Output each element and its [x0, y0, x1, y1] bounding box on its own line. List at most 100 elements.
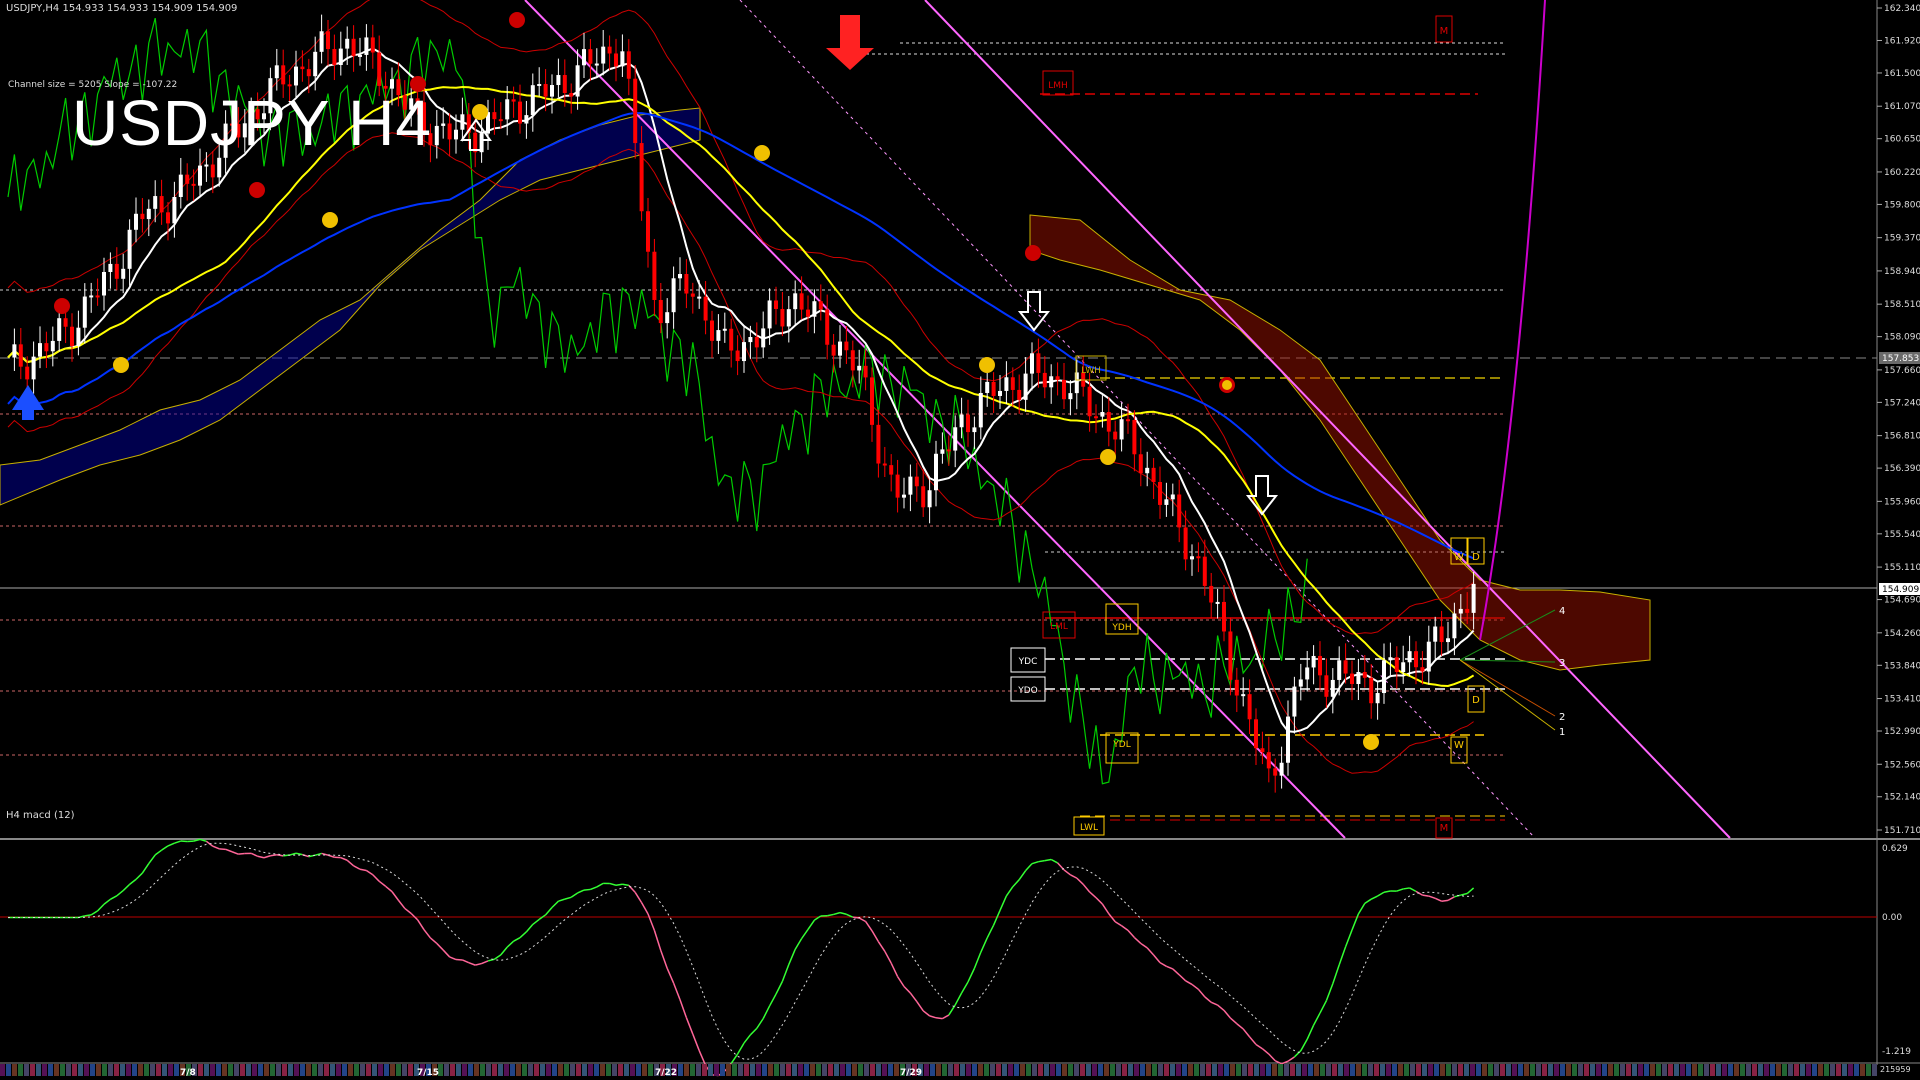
time-strip-cell [1404, 1064, 1409, 1076]
time-strip-cell [534, 1064, 539, 1076]
candle-body [1362, 671, 1367, 678]
time-strip-cell [1818, 1064, 1823, 1076]
time-strip-cell [690, 1064, 695, 1076]
macd-segment [436, 942, 444, 951]
time-strip-cell [1848, 1064, 1853, 1076]
candle-body [1337, 660, 1342, 680]
time-strip-cell [750, 1064, 755, 1076]
candle-body [300, 66, 305, 70]
candle-body [294, 66, 298, 86]
time-strip-cell [828, 1064, 833, 1076]
candle-body [934, 453, 938, 491]
macd-segment [174, 840, 182, 844]
price-tick-label: 161.500 [1884, 69, 1920, 79]
macd-segment [781, 964, 790, 982]
candle-body [1151, 467, 1156, 483]
candle-body [108, 263, 113, 273]
macd-segment [788, 949, 796, 965]
time-axis-strip [0, 1064, 1877, 1076]
candle-body [1420, 667, 1425, 672]
time-strip-cell [1500, 1064, 1505, 1076]
candle-body [121, 268, 126, 279]
time-strip-cell [1464, 1064, 1469, 1076]
macd-segment [1357, 902, 1366, 915]
candle-body [1343, 660, 1348, 674]
candle-body [825, 309, 830, 345]
time-strip-cell [696, 1064, 701, 1076]
candle-body [146, 208, 151, 220]
fib-label-2: 2 [1559, 712, 1565, 723]
time-strip-cell [804, 1064, 809, 1076]
time-strip-cell [822, 1064, 827, 1076]
price-tick-label: 157.660 [1884, 366, 1920, 376]
time-strip-cell [1860, 1064, 1865, 1076]
time-strip-cell [546, 1064, 551, 1076]
candle-body [1113, 431, 1118, 440]
candle-body [710, 320, 714, 341]
time-strip-cell [570, 1064, 575, 1076]
time-strip-cell [108, 1064, 113, 1076]
time-strip-cell [582, 1064, 587, 1076]
candle-body [63, 318, 68, 327]
level-ydh: YDH [1111, 623, 1131, 633]
candle-body [1087, 386, 1092, 417]
macd-segment [1166, 965, 1174, 970]
macd-segment [756, 1018, 764, 1029]
macd-segment [263, 855, 271, 859]
macd-segment [1223, 1009, 1231, 1019]
candle-body [12, 344, 17, 358]
candle-body [1183, 527, 1188, 560]
candle-body [633, 78, 638, 144]
time-strip-cell [168, 1064, 173, 1076]
fractal-up-icon [509, 12, 525, 28]
time-strip-cell [156, 1064, 161, 1076]
macd-segment [129, 878, 137, 885]
macd-segment [935, 1017, 943, 1020]
time-strip-cell [1716, 1064, 1721, 1076]
time-strip-cell [204, 1064, 209, 1076]
time-strip-cell [864, 1064, 869, 1076]
macd-segment [916, 1001, 924, 1012]
time-strip-cell [234, 1064, 239, 1076]
chart-canvas[interactable]: M LMH LWH LML YDH YDC YDO YDL LWL W D D … [0, 0, 1920, 1080]
time-strip-cell [174, 1064, 179, 1076]
price-axis[interactable]: 162.340 161.920 161.500 161.070 160.650 160.2… [1877, 4, 1920, 836]
time-strip-cell [744, 1064, 749, 1076]
candle-body [1382, 660, 1386, 694]
time-strip-cell [636, 1064, 641, 1076]
macd-segment [1217, 1004, 1225, 1011]
macd-segment [596, 882, 604, 888]
price-tick-label: 155.960 [1884, 497, 1920, 507]
candle-body [498, 119, 503, 122]
time-strip-cell [1266, 1064, 1271, 1076]
macd-lines [8, 838, 1475, 1077]
price-tick-label: 154.690 [1884, 596, 1920, 606]
time-strip-cell [1200, 1064, 1205, 1076]
macd-segment [525, 923, 534, 933]
candle-body [678, 274, 682, 279]
candle-body [991, 381, 996, 396]
macd-segment [960, 981, 969, 994]
time-strip-cell [1800, 1064, 1805, 1076]
macd-segment [647, 913, 656, 931]
time-strip-cell [1410, 1064, 1415, 1076]
macd-segment [90, 910, 99, 916]
candle-body [1202, 556, 1207, 586]
macd-axis-zero: 0.00 [1882, 913, 1902, 923]
fib-label-4: 4 [1559, 606, 1565, 617]
time-strip-cell [516, 1064, 521, 1076]
candle-body [1465, 608, 1470, 613]
candle-body [1286, 716, 1290, 763]
time-strip-cell [1116, 1064, 1121, 1076]
macd-segment [653, 930, 662, 951]
macd-segment [487, 958, 495, 962]
candle-body [1138, 454, 1143, 474]
time-strip-cell [1554, 1064, 1559, 1076]
time-strip-cell [1806, 1064, 1811, 1076]
time-strip-cell [1182, 1064, 1187, 1076]
time-strip-cell [378, 1064, 383, 1076]
candle-body [1145, 467, 1150, 474]
time-strip-cell [1302, 1064, 1307, 1076]
macd-segment [986, 924, 995, 939]
candle-body [774, 300, 778, 309]
